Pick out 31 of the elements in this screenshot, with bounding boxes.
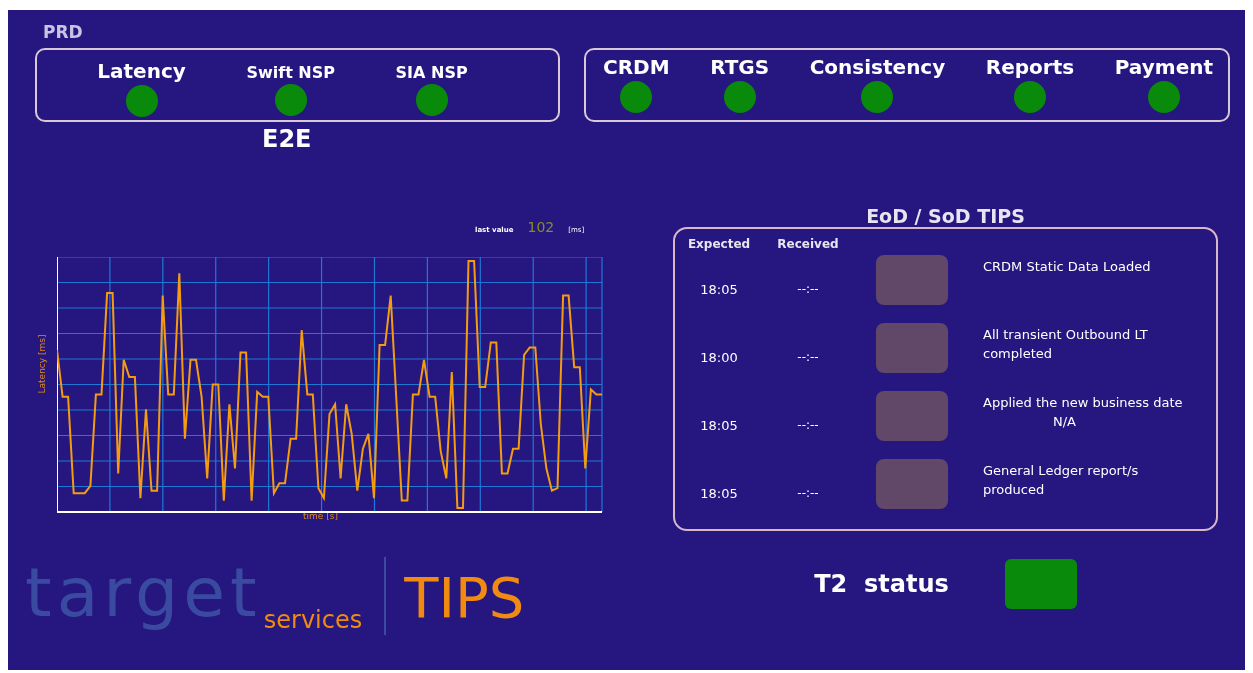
status-label: Swift NSP (246, 63, 335, 82)
status-label: CRDM (603, 55, 670, 79)
status-label: Consistency (809, 55, 946, 79)
task-description: CRDM Static Data Loaded (983, 258, 1152, 276)
status-label: Reports (985, 55, 1075, 79)
status-label: SIA NSP (395, 63, 468, 82)
column-header: Expected (686, 237, 752, 251)
t2-status-label: T2 status (814, 570, 949, 598)
received-time: --:-- (796, 349, 820, 364)
status-label: Latency (97, 59, 186, 83)
axis-label: Latency [ms] (37, 334, 48, 394)
panel-title: EoD / SoD TIPS (866, 205, 1025, 227)
status-label: Payment (1114, 55, 1213, 79)
brand-subtitle: services (263, 605, 363, 635)
task-description: General Ledger report/s produced (983, 462, 1140, 499)
product-logo: TIPS (404, 564, 525, 632)
expected-time: 18:05 (699, 416, 739, 433)
task-note: N/A (1052, 413, 1077, 431)
last-value: 102 (527, 219, 555, 235)
environment-label: PRD (43, 22, 84, 42)
column-header: Received (776, 237, 840, 251)
expected-time: 18:05 (699, 484, 739, 501)
task-description: Applied the new business date (983, 394, 1184, 412)
expected-time: 18:05 (699, 280, 739, 297)
received-time: --:-- (796, 485, 820, 500)
task-description: All transient Outbound LT completed (983, 326, 1149, 363)
received-time: --:-- (796, 281, 820, 296)
received-time: --:-- (796, 417, 820, 432)
status-label: RTGS (710, 55, 770, 79)
panel-caption: E2E (262, 125, 312, 153)
expected-time: 18:00 (699, 348, 739, 365)
